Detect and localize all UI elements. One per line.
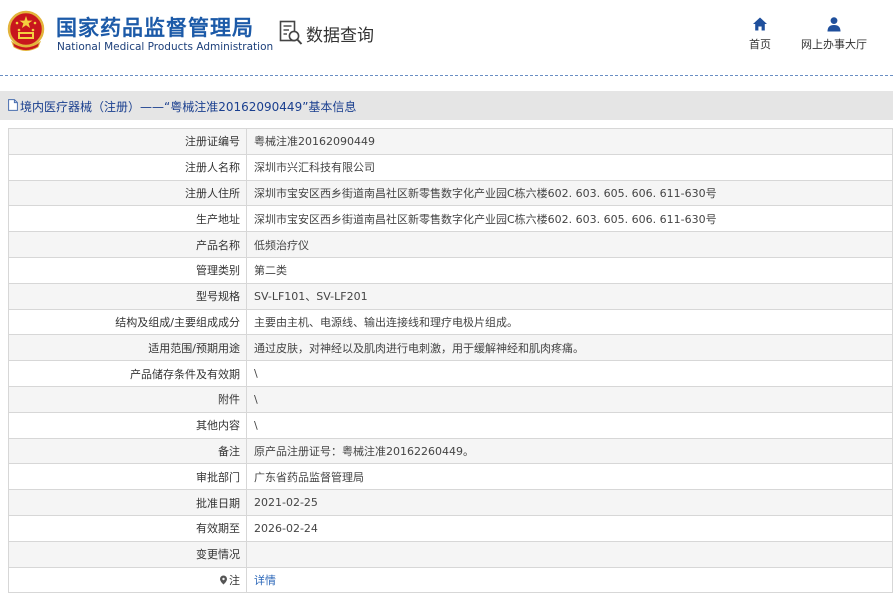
field-value: 通过皮肤，对神经以及肌肉进行电刺激，用于缓解神经和肌肉疼痛。 bbox=[246, 334, 893, 362]
field-value: 粤械注准20162090449 bbox=[246, 128, 893, 155]
table-row: 其他内容 \ bbox=[8, 411, 893, 439]
field-value: 原产品注册证号：粤械注准20162260449。 bbox=[246, 437, 893, 465]
field-label: 审批部门 bbox=[8, 463, 247, 491]
table-row: 生产地址 深圳市宝安区西乡街道南昌社区新零售数字化产业园C栋六楼602. 603.… bbox=[8, 205, 893, 233]
field-label: 其他内容 bbox=[8, 411, 247, 439]
page-title: 数据查询 bbox=[306, 26, 374, 46]
field-label: 结构及组成/主要组成成分 bbox=[8, 308, 247, 336]
table-row: 适用范围/预期用途 通过皮肤，对神经以及肌肉进行电刺激，用于缓解神经和肌肉疼痛。 bbox=[8, 334, 893, 362]
field-value: 深圳市兴汇科技有限公司 bbox=[246, 153, 893, 181]
agency-name-chinese: 国家药品监督管理局 bbox=[56, 16, 254, 40]
table-row: 审批部门 广东省药品监督管理局 bbox=[8, 463, 893, 491]
agency-name-english: National Medical Products Administration bbox=[57, 41, 274, 53]
header-divider bbox=[0, 75, 893, 76]
document-icon bbox=[8, 99, 18, 111]
field-label: 管理类别 bbox=[8, 256, 247, 284]
field-label: 产品储存条件及有效期 bbox=[8, 360, 247, 387]
field-label: 产品名称 bbox=[8, 231, 247, 258]
table-row: 产品储存条件及有效期 \ bbox=[8, 360, 893, 387]
table-row: 备注 原产品注册证号：粤械注准20162260449。 bbox=[8, 437, 893, 465]
user-icon bbox=[827, 17, 841, 32]
nav-home-link[interactable]: 首页 bbox=[740, 16, 780, 52]
note-label-cell: 注 bbox=[8, 566, 247, 594]
table-row: 注册人住所 深圳市宝安区西乡街道南昌社区新零售数字化产业园C栋六楼602. 603… bbox=[8, 179, 893, 207]
field-label: 适用范围/预期用途 bbox=[8, 334, 247, 362]
field-value: 广东省药品监督管理局 bbox=[246, 463, 893, 491]
table-row: 有效期至 2026-02-24 bbox=[8, 514, 893, 542]
table-row-note: 注 详情 bbox=[8, 566, 893, 594]
table-row: 注册证编号 粤械注准20162090449 bbox=[8, 128, 893, 155]
field-label: 注册证编号 bbox=[8, 128, 247, 155]
national-emblem-icon bbox=[7, 10, 45, 51]
table-row: 结构及组成/主要组成成分 主要由主机、电源线、输出连接线和理疗电极片组成。 bbox=[8, 308, 893, 336]
field-value: 深圳市宝安区西乡街道南昌社区新零售数字化产业园C栋六楼602. 603. 605… bbox=[246, 205, 893, 233]
field-value: 低频治疗仪 bbox=[246, 231, 893, 258]
pin-icon bbox=[220, 575, 227, 585]
table-row: 注册人名称 深圳市兴汇科技有限公司 bbox=[8, 153, 893, 181]
note-value-cell: 详情 bbox=[246, 566, 893, 594]
field-value: SV-LF101、SV-LF201 bbox=[246, 282, 893, 310]
table-row: 附件 \ bbox=[8, 385, 893, 413]
field-label: 备注 bbox=[8, 437, 247, 465]
table-row: 变更情况 bbox=[8, 540, 893, 568]
note-label: 注 bbox=[229, 573, 240, 587]
field-label: 注册人住所 bbox=[8, 179, 247, 207]
field-value: \ bbox=[246, 411, 893, 439]
field-value: 深圳市宝安区西乡街道南昌社区新零售数字化产业园C栋六楼602. 603. 605… bbox=[246, 179, 893, 207]
field-value: 主要由主机、电源线、输出连接线和理疗电极片组成。 bbox=[246, 308, 893, 336]
field-label: 附件 bbox=[8, 385, 247, 413]
field-value: \ bbox=[246, 385, 893, 413]
field-value: 2021-02-25 bbox=[246, 489, 893, 516]
field-value: 2026-02-24 bbox=[246, 514, 893, 542]
table-row: 产品名称 低频治疗仪 bbox=[8, 231, 893, 258]
field-value bbox=[246, 540, 893, 568]
field-label: 批准日期 bbox=[8, 489, 247, 516]
home-icon bbox=[753, 17, 767, 31]
field-label: 注册人名称 bbox=[8, 153, 247, 181]
field-value: 第二类 bbox=[246, 256, 893, 284]
device-info-table: 注册证编号 粤械注准20162090449 注册人名称 深圳市兴汇科技有限公司 注册… bbox=[8, 128, 893, 594]
data-query-icon bbox=[279, 20, 303, 45]
field-label: 变更情况 bbox=[8, 540, 247, 568]
field-label: 生产地址 bbox=[8, 205, 247, 233]
breadcrumb-text: 境内医疗器械（注册）——“粤械注准20162090449”基本信息 bbox=[20, 100, 357, 114]
details-link[interactable]: 详情 bbox=[254, 574, 276, 587]
table-row: 批准日期 2021-02-25 bbox=[8, 489, 893, 516]
nav-online-service-label: 网上办事大厅 bbox=[801, 38, 867, 51]
nav-home-label: 首页 bbox=[749, 38, 771, 51]
table-row: 管理类别 第二类 bbox=[8, 256, 893, 284]
site-header: 国家药品监督管理局 National Medical Products Admi… bbox=[0, 0, 893, 76]
table-row: 型号规格 SV-LF101、SV-LF201 bbox=[8, 282, 893, 310]
nav-online-service-link[interactable]: 网上办事大厅 bbox=[797, 16, 871, 52]
field-label: 有效期至 bbox=[8, 514, 247, 542]
breadcrumb: 境内医疗器械（注册）——“粤械注准20162090449”基本信息 bbox=[0, 91, 893, 120]
field-value: \ bbox=[246, 360, 893, 387]
field-label: 型号规格 bbox=[8, 282, 247, 310]
